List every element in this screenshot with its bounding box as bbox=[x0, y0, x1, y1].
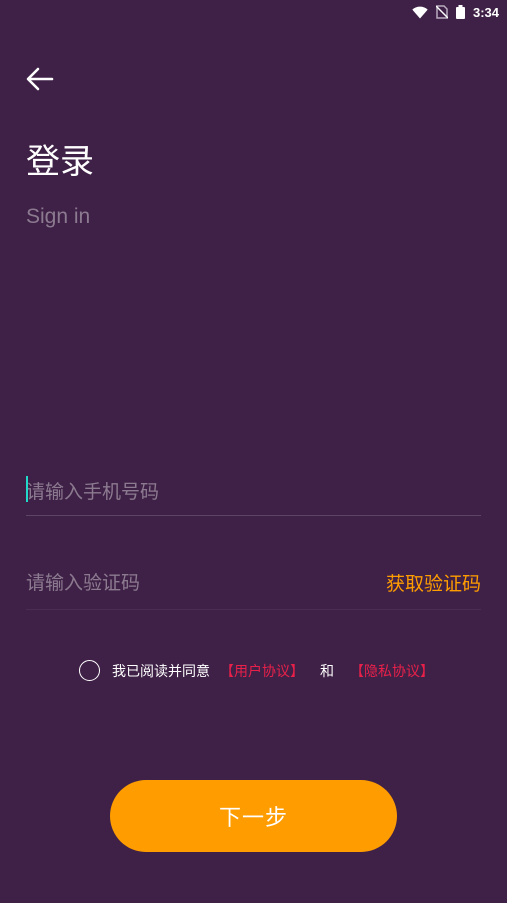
back-button[interactable] bbox=[22, 64, 58, 98]
status-time: 3:34 bbox=[472, 4, 499, 20]
agreement-row: 我已阅读并同意 【用户协议】 和 【隐私协议】 bbox=[79, 660, 434, 681]
next-step-button[interactable]: 下一步 bbox=[110, 780, 397, 852]
verification-code-input[interactable] bbox=[26, 556, 386, 609]
and-text: 和 bbox=[320, 663, 334, 680]
wifi-icon bbox=[412, 6, 428, 19]
phone-field-row bbox=[26, 468, 481, 516]
user-agreement-link[interactable]: 【用户协议】 bbox=[220, 661, 304, 681]
battery-icon bbox=[455, 5, 465, 19]
agree-radio[interactable] bbox=[79, 660, 100, 681]
phone-input[interactable] bbox=[26, 468, 481, 515]
get-code-button[interactable]: 获取验证码 bbox=[386, 569, 481, 596]
page-title: 登录 bbox=[26, 142, 94, 182]
no-sim-icon bbox=[435, 5, 448, 19]
code-field-row: 获取验证码 bbox=[26, 556, 481, 610]
status-bar: 3:34 bbox=[0, 0, 507, 24]
login-screen: 3:34 登录 Sign in 获取验证码 我已阅读并同意 【用户协议】 和 【… bbox=[0, 0, 507, 903]
page-subtitle: Sign in bbox=[26, 205, 91, 228]
privacy-policy-link[interactable]: 【隐私协议】 bbox=[350, 661, 434, 681]
agree-text: 我已阅读并同意 bbox=[112, 663, 210, 680]
text-caret bbox=[26, 476, 28, 502]
arrow-left-icon bbox=[26, 67, 54, 95]
